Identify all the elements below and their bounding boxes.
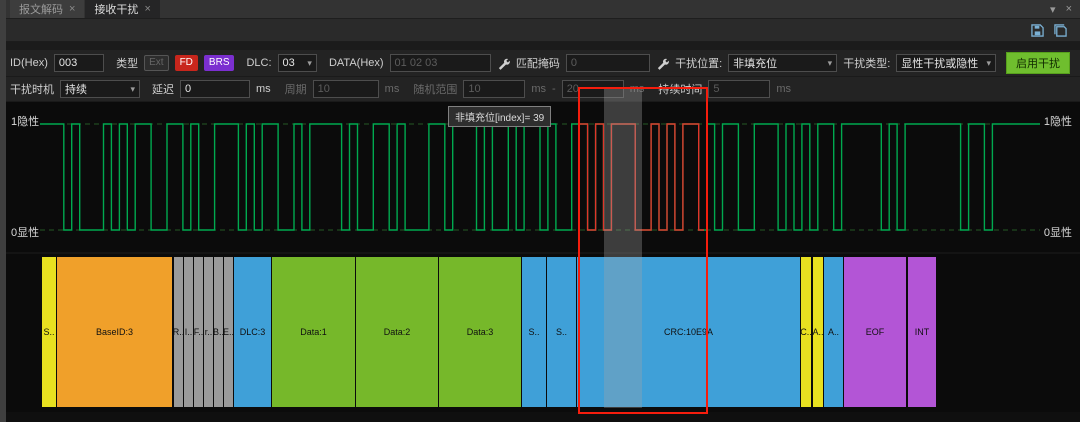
waveform-trace xyxy=(40,123,1040,231)
mask-input[interactable]: 0 xyxy=(565,54,651,72)
icon-strip xyxy=(0,19,1080,42)
close-icon[interactable]: × xyxy=(69,3,75,15)
y-label-recessive-right: 1隐性 xyxy=(1043,116,1072,128)
enable-interference-button[interactable]: 启用干扰 xyxy=(1006,52,1071,74)
duration-input[interactable]: 5 xyxy=(708,80,771,98)
wrench-icon[interactable] xyxy=(656,56,669,71)
duration-label: 持续时间 xyxy=(658,84,703,96)
frame-field[interactable]: S.. xyxy=(547,257,576,407)
frame-field[interactable]: DLC:3 xyxy=(234,257,271,407)
id-input[interactable]: 003 xyxy=(53,54,105,72)
data-label: DATA(Hex) xyxy=(328,57,384,69)
range-to-input[interactable]: 20 xyxy=(561,80,624,98)
chevron-down-icon: ▾ xyxy=(986,57,992,68)
frame-field[interactable]: F.. xyxy=(194,257,203,407)
dlc-value: 03 xyxy=(282,57,295,69)
interference-position-select[interactable]: 非填充位 ▾ xyxy=(728,54,838,72)
save-all-icon[interactable] xyxy=(1053,23,1068,37)
chevron-down-icon[interactable]: ▾ xyxy=(1050,3,1056,16)
pane-close-icon[interactable]: × xyxy=(1066,3,1072,15)
y-label-recessive-left: 1隐性 xyxy=(11,116,40,128)
frame-field-strip: S..BaseID:3R..I..F..r..B..E..DLC:3Data:1… xyxy=(0,254,1080,412)
frame-field[interactable]: S.. xyxy=(42,257,56,407)
frame-field[interactable]: CRC:10E9A xyxy=(577,257,800,407)
interference-position-label: 干扰位置: xyxy=(675,58,723,70)
bottom-strip xyxy=(0,412,1080,422)
interference-position-value: 非填充位 xyxy=(733,58,778,70)
wrench-icon[interactable] xyxy=(497,56,510,71)
interference-tool-window: 报文解码 × 接收干扰 × ▾ × ID(Hex) 003 类型 Ext FD … xyxy=(0,0,1080,422)
frame-field[interactable]: C.. xyxy=(801,257,811,407)
mask-label: 匹配掩码 xyxy=(515,58,560,70)
frame-field[interactable]: A.. xyxy=(824,257,843,407)
tab-receive-interference[interactable]: 接收干扰 × xyxy=(85,0,160,18)
timing-label: 干扰时机 xyxy=(10,84,54,96)
chevron-down-icon: ▾ xyxy=(130,83,135,94)
chevron-down-icon: ▾ xyxy=(827,57,833,68)
range-unit-1: ms xyxy=(531,83,547,95)
timing-select[interactable]: 持续 ▾ xyxy=(60,80,140,98)
tab-message-decode[interactable]: 报文解码 × xyxy=(10,0,85,18)
period-unit: ms xyxy=(384,83,400,95)
ext-toggle[interactable]: Ext xyxy=(144,55,169,71)
frame-field[interactable]: Data:3 xyxy=(439,257,521,407)
frame-field[interactable]: E.. xyxy=(224,257,233,407)
period-label: 周期 xyxy=(284,84,307,96)
delay-input[interactable]: 0 xyxy=(180,80,250,98)
random-range-label: 随机范围 xyxy=(413,84,458,96)
tab-label: 报文解码 xyxy=(19,4,63,16)
dlc-label: DLC: xyxy=(246,57,272,69)
frame-field[interactable]: EOF xyxy=(844,257,906,407)
range-from-input[interactable]: 10 xyxy=(463,80,526,98)
waveform-plot[interactable]: 1隐性 0显性 1隐性 0显性 非填充位[index]= 39 xyxy=(0,102,1080,252)
interference-type-select[interactable]: 显性干扰或隐性 ▾ xyxy=(896,54,997,72)
close-icon[interactable]: × xyxy=(144,3,150,15)
dlc-select[interactable]: 03 ▾ xyxy=(277,54,317,72)
toolbar-spacer xyxy=(0,42,1080,50)
tab-label: 接收干扰 xyxy=(94,4,139,16)
period-input[interactable]: 10 xyxy=(312,80,379,98)
frame-field[interactable]: A.. xyxy=(813,257,823,407)
frame-field[interactable]: B.. xyxy=(214,257,223,407)
range-dash: - xyxy=(552,83,556,95)
frame-field[interactable]: Data:1 xyxy=(272,257,355,407)
frame-field[interactable]: r.. xyxy=(204,257,213,407)
tab-bar: 报文解码 × 接收干扰 × ▾ × xyxy=(0,0,1080,19)
duration-unit: ms xyxy=(776,83,792,95)
fd-toggle[interactable]: FD xyxy=(174,55,198,71)
frame-field[interactable]: I.. xyxy=(184,257,193,407)
frame-field[interactable]: S.. xyxy=(522,257,546,407)
frame-field[interactable]: R.. xyxy=(174,257,183,407)
delay-label: 延迟 xyxy=(152,84,174,96)
timing-value: 持续 xyxy=(65,84,87,96)
pane-controls: ▾ × xyxy=(1050,0,1080,18)
delay-unit: ms xyxy=(256,83,271,95)
y-label-dominant-left: 0显性 xyxy=(11,227,40,239)
frame-field[interactable]: Data:2 xyxy=(356,257,438,407)
frame-field-segments: S..BaseID:3R..I..F..r..B..E..DLC:3Data:1… xyxy=(40,257,1040,407)
frame-field[interactable]: BaseID:3 xyxy=(57,257,172,407)
toolbar-row-2: 干扰时机 持续 ▾ 延迟 0 ms 周期 10 ms 随机范围 10 ms - … xyxy=(0,77,1080,102)
frame-field[interactable]: INT xyxy=(908,257,936,407)
interference-type-label: 干扰类型: xyxy=(843,58,891,70)
waveform-tooltip: 非填充位[index]= 39 xyxy=(448,106,552,127)
brs-toggle[interactable]: BRS xyxy=(203,55,235,71)
chevron-down-icon: ▾ xyxy=(307,57,312,68)
save-icon[interactable] xyxy=(1030,23,1045,37)
interference-type-value: 显性干扰或隐性 xyxy=(901,58,979,70)
data-input[interactable]: 01 02 03 xyxy=(389,54,491,72)
window-left-edge xyxy=(0,0,6,422)
id-label: ID(Hex) xyxy=(10,57,48,69)
y-label-dominant-right: 0显性 xyxy=(1043,227,1072,239)
type-label: 类型 xyxy=(116,58,139,70)
range-unit-2: ms xyxy=(629,83,645,95)
toolbar-row-1: ID(Hex) 003 类型 Ext FD BRS DLC: 03 ▾ DATA… xyxy=(0,50,1080,77)
